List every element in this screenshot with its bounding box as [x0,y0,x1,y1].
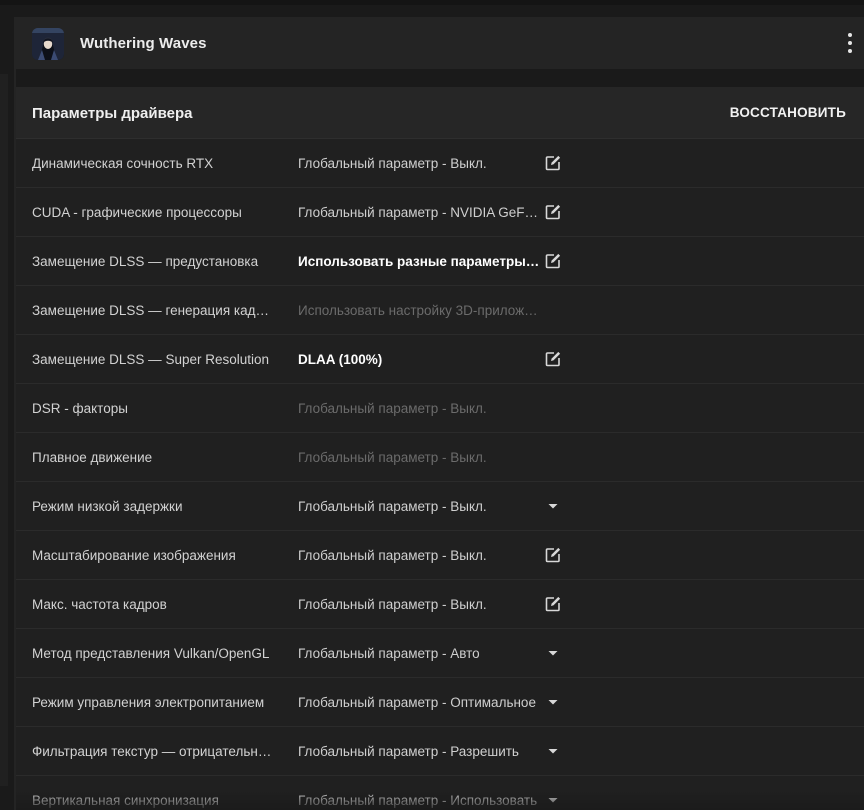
dropdown-icon[interactable] [544,693,562,711]
more-vertical-icon[interactable] [842,32,858,54]
setting-label: Вертикальная синхронизация [32,793,219,808]
setting-label: Масштабирование изображения [32,548,236,563]
setting-label: Динамическая сочность RTX [32,156,214,171]
game-cover-icon [32,28,64,60]
driver-settings-panel: Параметры драйвера ВОССТАНОВИТЬ Динамиче… [16,87,864,810]
dropdown-icon[interactable] [544,497,562,515]
setting-row[interactable]: Динамическая сочность RTX Глобальный пара… [16,139,864,188]
settings-list: Динамическая сочность RTX Глобальный пара… [16,139,864,810]
setting-value[interactable]: Глобальный параметр - Выкл. [298,482,540,531]
setting-label: Метод представления Vulkan/OpenGL [32,646,270,661]
setting-row[interactable]: Замещение DLSS — Super Resolution DLAA (1… [16,335,864,384]
setting-label: Фильтрация текстур — отрицательное [32,744,272,759]
setting-value[interactable]: Глобальный параметр - Выкл. [298,580,540,629]
app-title: Wuthering Waves [80,35,207,52]
setting-label: Режим низкой задержки [32,499,183,514]
setting-label: Режим управления электропитанием [32,695,265,710]
edit-icon[interactable] [544,546,562,564]
setting-row[interactable]: DSR - факторы Глобальный параметр - Выкл. [16,384,864,433]
setting-value[interactable]: Глобальный параметр - NVIDIA GeForce [298,188,540,237]
setting-label: Замещение DLSS — генерация кадров [32,303,272,318]
edit-icon[interactable] [544,595,562,613]
setting-value: Глобальный параметр - Выкл. [298,450,487,465]
setting-row[interactable]: Вертикальная синхронизация Глобальный пар… [16,776,864,810]
setting-value[interactable]: Глобальный параметр - Выкл. [298,531,540,580]
app-window: Wuthering Waves Параметры драйвера ВОССТ… [0,0,864,810]
setting-row[interactable]: Режим управления электропитанием Глобальн… [16,678,864,727]
restore-button[interactable]: ВОССТАНОВИТЬ [730,87,846,139]
setting-row[interactable]: Замещение DLSS — предустановка Использова… [16,237,864,286]
edit-icon[interactable] [544,203,562,221]
top-strip [0,0,864,5]
edit-icon[interactable] [544,252,562,270]
setting-value[interactable]: Глобальный параметр - Выкл. [298,139,540,188]
edit-icon[interactable] [544,350,562,368]
setting-row[interactable]: Замещение DLSS — генерация кадров Использ… [16,286,864,335]
setting-value: Использовать настройку 3D-приложения [298,303,540,318]
setting-label: CUDA - графические процессоры [32,205,242,220]
setting-row[interactable]: Метод представления Vulkan/OpenGL Глобаль… [16,629,864,678]
setting-value[interactable]: Глобальный параметр - Разрешить [298,727,540,776]
edit-icon[interactable] [544,154,562,172]
setting-row[interactable]: Режим низкой задержки Глобальный параметр… [16,482,864,531]
setting-value: Глобальный параметр - Выкл. [298,401,487,416]
setting-row[interactable]: CUDA - графические процессоры Глобальный … [16,188,864,237]
panel-title: Параметры драйвера [32,105,193,122]
setting-label: Замещение DLSS — предустановка [32,254,259,269]
panel-header: Параметры драйвера ВОССТАНОВИТЬ [16,87,864,139]
dropdown-icon[interactable] [544,644,562,662]
dropdown-icon[interactable] [544,791,562,809]
setting-value[interactable]: Использовать разные параметры для каждой… [298,237,540,286]
setting-label: Замещение DLSS — Super Resolution [32,352,270,367]
setting-label: Плавное движение [32,450,153,465]
setting-value[interactable]: Глобальный параметр - Авто [298,629,540,678]
setting-label: DSR - факторы [32,401,128,416]
setting-value[interactable]: Глобальный параметр - Оптимальное [298,678,540,727]
setting-value[interactable]: DLAA (100%) [298,335,540,384]
setting-row[interactable]: Плавное движение Глобальный параметр - Вы… [16,433,864,482]
dropdown-icon[interactable] [544,742,562,760]
setting-row[interactable]: Масштабирование изображения Глобальный па… [16,531,864,580]
setting-label: Макс. частота кадров [32,597,167,612]
setting-row[interactable]: Макс. частота кадров Глобальный параметр … [16,580,864,629]
app-header: Wuthering Waves [16,17,864,69]
setting-row[interactable]: Фильтрация текстур — отрицательное Глобал… [16,727,864,776]
setting-value[interactable]: Глобальный параметр - Использовать [298,776,540,810]
left-scroll-rail[interactable] [0,74,8,786]
